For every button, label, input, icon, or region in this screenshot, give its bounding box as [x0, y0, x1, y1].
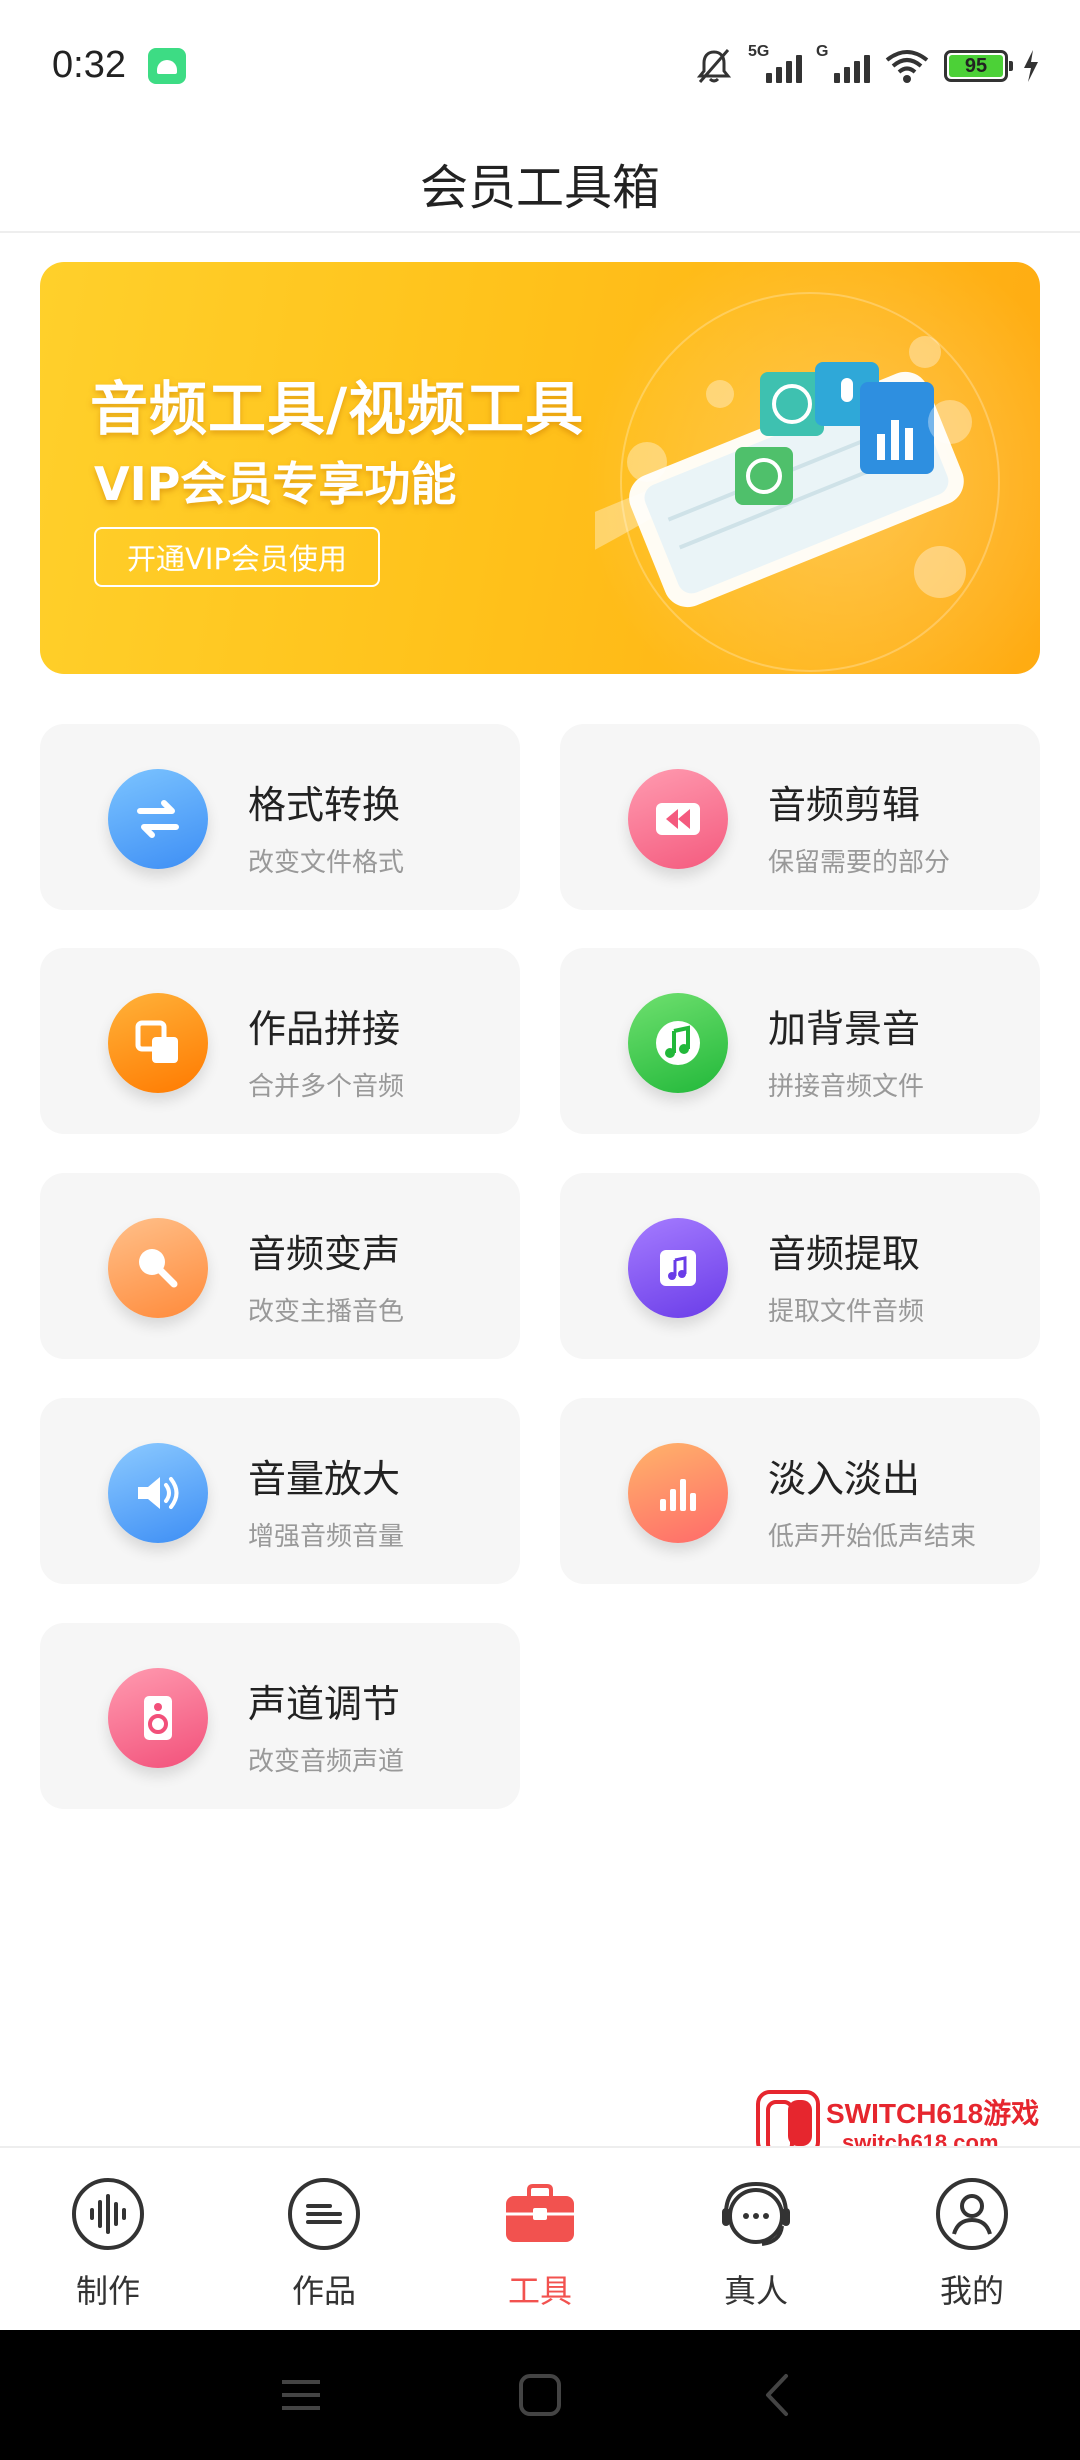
wifi-icon — [885, 50, 929, 83]
charging-icon — [1024, 50, 1038, 82]
tool-title: 加背景音 — [768, 1007, 921, 1051]
tool-desc: 拼接音频文件 — [768, 1072, 925, 1102]
speaker-icon — [108, 1443, 208, 1543]
status-bar: 0:32 5G G 95 — [0, 0, 1080, 135]
tool-title: 格式转换 — [248, 783, 401, 827]
tool-card-format-convert[interactable]: 格式转换 改变文件格式 — [40, 724, 520, 910]
tool-title: 作品拼接 — [248, 1007, 401, 1051]
tool-card-fade[interactable]: 淡入淡出 低声开始低声结束 — [560, 1398, 1040, 1584]
vip-banner[interactable]: 音频工具/视频工具 VIP会员专享功能 开通VIP会员使用 — [40, 262, 1040, 674]
tool-desc: 改变音频声道 — [248, 1747, 405, 1777]
tool-desc: 增强音频音量 — [248, 1522, 405, 1552]
signal-5g-label: 5G — [748, 43, 770, 60]
tool-title: 声道调节 — [248, 1682, 401, 1726]
rewind-icon — [628, 769, 728, 869]
home-icon[interactable] — [517, 2372, 563, 2418]
tool-desc: 合并多个音频 — [248, 1072, 405, 1102]
nav-label: 制作 — [75, 2272, 140, 2310]
signal-5g-icon: 5G — [748, 43, 802, 83]
nav-label: 我的 — [939, 2272, 1004, 2310]
banner-subtitle: VIP会员专享功能 — [94, 457, 457, 511]
tool-card-channel-adjust[interactable]: 声道调节 改变音频声道 — [40, 1623, 520, 1809]
tool-card-merge[interactable]: 作品拼接 合并多个音频 — [40, 948, 520, 1134]
toolbox-icon — [506, 2184, 574, 2242]
waveform-icon — [72, 2178, 144, 2250]
merge-icon — [108, 993, 208, 1093]
page-title: 会员工具箱 — [419, 160, 660, 216]
tool-title: 音频剪辑 — [768, 783, 921, 827]
tool-card-add-bgm[interactable]: 加背景音 拼接音频文件 — [560, 948, 1040, 1134]
tool-desc: 保留需要的部分 — [768, 848, 951, 878]
signal-g-icon: G — [816, 43, 870, 83]
nav-label: 作品 — [291, 2272, 356, 2310]
nav-label: 工具 — [507, 2272, 572, 2310]
back-icon[interactable] — [756, 2372, 802, 2418]
list-icon — [288, 2178, 360, 2250]
tool-card-volume-boost[interactable]: 音量放大 增强音频音量 — [40, 1398, 520, 1584]
tool-card-voice-change[interactable]: 音频变声 改变主播音色 — [40, 1173, 520, 1359]
microphone-icon — [108, 1218, 208, 1318]
signal-g-label: G — [816, 43, 829, 60]
nav-item-mine[interactable]: 我的 — [864, 2148, 1080, 2330]
battery-level: 95 — [964, 54, 988, 77]
nav-item-works[interactable]: 作品 — [216, 2148, 432, 2330]
tool-title: 音频提取 — [768, 1232, 921, 1276]
nav-item-tools[interactable]: 工具 — [432, 2148, 648, 2330]
nav-item-create[interactable]: 制作 — [0, 2148, 216, 2330]
music-file-icon — [628, 1218, 728, 1318]
page-header: 会员工具箱 — [0, 135, 1080, 233]
tool-desc: 低声开始低声结束 — [768, 1522, 977, 1552]
tool-card-audio-extract[interactable]: 音频提取 提取文件音频 — [560, 1173, 1040, 1359]
tool-title: 音频变声 — [248, 1232, 401, 1276]
tool-card-audio-cut[interactable]: 音频剪辑 保留需要的部分 — [560, 724, 1040, 910]
nav-item-human[interactable]: 真人 — [648, 2148, 864, 2330]
tool-desc: 提取文件音频 — [768, 1297, 925, 1327]
status-time: 0:32 — [52, 44, 126, 86]
tool-desc: 改变主播音色 — [248, 1297, 405, 1327]
tool-title: 音量放大 — [248, 1457, 401, 1501]
banner-title: 音频工具/视频工具 — [90, 375, 585, 443]
system-nav-bar — [0, 2330, 1080, 2460]
battery-indicator: 95 — [944, 50, 1013, 82]
android-app-icon — [148, 48, 186, 84]
convert-icon — [108, 769, 208, 869]
profile-icon — [936, 2178, 1008, 2250]
music-note-icon — [628, 993, 728, 1093]
phone-illustration-icon — [595, 336, 972, 608]
open-vip-button[interactable]: 开通VIP会员使用 — [94, 527, 380, 587]
watermark-line1: SWITCH618游戏 — [826, 2098, 1040, 2129]
headset-icon — [722, 2181, 790, 2246]
mute-bell-icon — [696, 49, 732, 83]
tool-title: 淡入淡出 — [768, 1457, 921, 1501]
menu-icon[interactable] — [278, 2372, 324, 2418]
fade-bars-icon — [628, 1443, 728, 1543]
speaker-box-icon — [108, 1668, 208, 1768]
nav-label: 真人 — [723, 2272, 788, 2310]
tool-desc: 改变文件格式 — [248, 848, 405, 878]
bottom-nav: 制作 作品 工具 真人 我的 — [0, 2146, 1080, 2330]
status-icons: 5G G 95 — [694, 43, 1040, 88]
